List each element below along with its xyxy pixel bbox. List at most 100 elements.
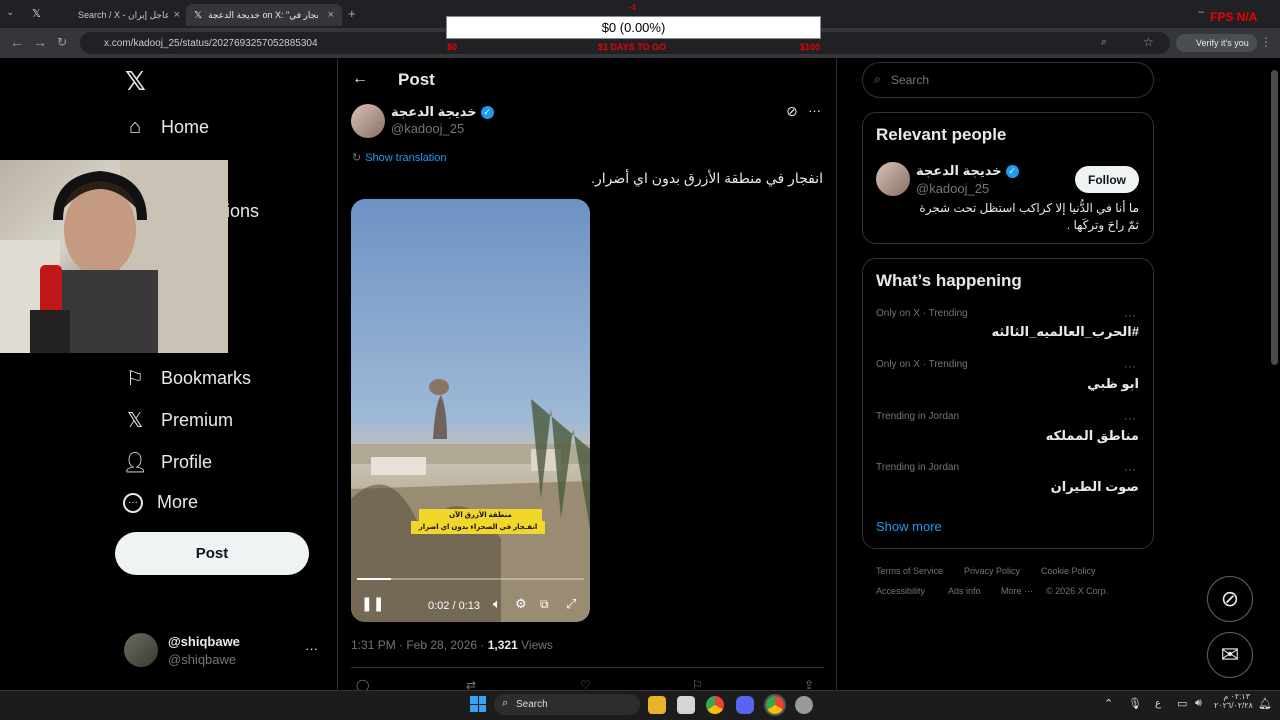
person-name-row[interactable]: خديجة الدعجة ✓ [916, 163, 1019, 179]
show-translation-link[interactable]: ↻ Show translation [352, 151, 447, 165]
goal-days-label: $1 DAYS TO GO [598, 42, 667, 52]
profile-button[interactable]: Verify it's you [1176, 34, 1257, 52]
footer-copyright: © 2026 X Corp. [1046, 586, 1109, 596]
taskbar-search[interactable]: ⌕ Search [494, 694, 640, 715]
show-more-link[interactable]: Show more [876, 519, 942, 534]
verified-badge-icon: ✓ [480, 105, 494, 119]
author-name: خديجة الدعجة [391, 104, 477, 119]
goal-end-label: $100 [800, 42, 821, 52]
zoom-icon[interactable]: ⌕ [1101, 36, 1107, 49]
pause-icon[interactable]: ❚❚ [361, 595, 384, 612]
obs-icon[interactable] [795, 696, 813, 714]
trend-title[interactable]: ابو ظبي [1087, 376, 1139, 392]
url-text: x.com/kadooj_25/status/20276932570528853… [104, 37, 318, 49]
trend-more-icon[interactable]: ··· [1124, 462, 1136, 476]
trend-title[interactable]: مناطق المملكه [1046, 428, 1139, 444]
reload-icon[interactable]: ↻ [57, 35, 67, 49]
nav-profile[interactable]: 👤︎ Profile [122, 450, 212, 474]
nav-premium[interactable]: 𝕏 Premium [123, 408, 233, 432]
follow-label: Follow [1088, 172, 1126, 187]
new-tab-icon[interactable]: + [348, 6, 356, 21]
nav-label: Home [161, 116, 210, 137]
pip-icon[interactable]: ⧉ [540, 597, 549, 612]
minimize-icon[interactable]: – [1198, 6, 1204, 18]
person-bio-line1: ما أنا في الدُّنيا إلا كراكب استظل تحت ش… [919, 201, 1139, 215]
search-input[interactable]: ⌕ Search [862, 62, 1154, 98]
video-player[interactable]: منطقة الأزرق الآن انفـجار في الصحراء بدو… [351, 199, 590, 622]
nav-more[interactable]: ··· More [123, 492, 198, 513]
discord-icon[interactable] [736, 696, 754, 714]
close-tab-icon[interactable]: × [328, 9, 334, 21]
trend-more-icon[interactable]: ··· [1124, 308, 1136, 322]
account-menu-icon[interactable]: ··· [305, 641, 318, 656]
person-avatar[interactable] [876, 162, 910, 196]
footer-accessibility[interactable]: Accessibility [876, 586, 925, 596]
trend-more-icon[interactable]: ··· [1124, 411, 1136, 425]
store-icon[interactable] [677, 696, 695, 714]
trend-title[interactable]: #الحرب_العالميه_الثالثه [992, 324, 1140, 340]
fps-counter: FPS N/A [1210, 10, 1258, 24]
post-text: انفجار في منطقة الأزرق بدون اي أضرار. [591, 170, 823, 186]
author-name-row[interactable]: خديجة الدعجة ✓ [391, 104, 494, 120]
page-scrollbar[interactable] [1271, 70, 1278, 365]
more-circle-icon: ··· [123, 492, 143, 513]
video-time: 0:02 / 0:13 [428, 600, 480, 612]
network-icon[interactable]: ▭ [1177, 697, 1187, 710]
author-avatar[interactable] [351, 104, 385, 138]
file-explorer-icon[interactable] [648, 696, 666, 714]
video-progress-track[interactable] [357, 578, 584, 580]
grok-fab-icon[interactable]: ⊘ [1207, 576, 1253, 622]
footer-ads-info[interactable]: Ads info [948, 586, 981, 596]
donation-goal-bar: $0 (0.00%) [446, 16, 821, 39]
trend-more-icon[interactable]: ··· [1124, 359, 1136, 373]
back-icon[interactable]: ← [10, 34, 24, 50]
x-logo-icon[interactable]: 𝕏 [125, 66, 146, 97]
footer-terms[interactable]: Terms of Service [876, 566, 943, 576]
nav-bookmarks[interactable]: ⚐ Bookmarks [123, 366, 251, 390]
input-language[interactable]: ع [1155, 698, 1161, 709]
forward-icon[interactable]: → [33, 34, 47, 50]
trend-context: Trending in Jordan [876, 411, 960, 422]
follow-button[interactable]: Follow [1075, 166, 1139, 193]
footer-cookie[interactable]: Cookie Policy [1041, 566, 1096, 576]
trend-title[interactable]: صوت الطيران [1051, 479, 1139, 495]
pinned-tab-x-icon[interactable]: 𝕏 [32, 7, 41, 20]
nav-label: More [157, 492, 199, 512]
grok-icon[interactable]: ⊘ [786, 103, 798, 120]
video-frame [351, 379, 590, 622]
footer-privacy[interactable]: Privacy Policy [964, 566, 1020, 576]
trend-context: Only on X · Trending [876, 359, 968, 370]
post-button[interactable]: Post [115, 532, 309, 575]
tab-post[interactable]: 𝕏 خديجة الدعجة on X: "انفجار في × [186, 4, 342, 26]
bookmark-icon: ⚐ [126, 367, 144, 390]
post-button-label: Post [195, 545, 229, 562]
messages-fab-icon[interactable]: ✉ [1207, 632, 1253, 678]
menu-kebab-icon[interactable]: ⋮ [1260, 35, 1272, 49]
account-name: @shiqbawe [168, 634, 240, 649]
post-timestamp: 1:31 PM · Feb 28, 2026 · [351, 638, 485, 652]
speaker-icon[interactable]: 🔊︎ [1195, 697, 1202, 710]
chrome-active-icon[interactable] [764, 694, 786, 716]
star-icon[interactable]: ☆ [1143, 35, 1154, 49]
tray-arrow-icon[interactable]: ⌃ [1104, 697, 1113, 710]
notification-bell-icon[interactable]: 🔔︎ [1258, 697, 1272, 710]
tab-search[interactable]: Search / X - عاجل إيران × [70, 4, 188, 26]
start-windows-icon[interactable] [470, 696, 486, 712]
back-arrow-icon[interactable]: ← [352, 70, 368, 88]
x-logo-icon: 𝕏 [194, 9, 203, 21]
close-tab-icon[interactable]: × [174, 9, 180, 21]
post-more-icon[interactable]: ··· [808, 103, 821, 118]
person-name: خديجة الدعجة [916, 163, 1002, 178]
fullscreen-icon[interactable]: ⤢ [566, 596, 576, 612]
microphone-icon[interactable]: 🎙︎ [1128, 697, 1142, 710]
profile-label: Verify it's you [1196, 38, 1249, 48]
nav-home[interactable]: ⌂ Home [123, 115, 209, 139]
avatar[interactable] [124, 633, 158, 667]
tab-list-icon[interactable]: ⌄ [6, 7, 14, 18]
clock[interactable]: ٠٢:١٣ م ٢٠٢٦/٠٢/٢٨ [1214, 692, 1253, 710]
footer-more[interactable]: More ··· [1001, 586, 1033, 596]
volume-icon[interactable]: 🔈︎ [493, 596, 501, 612]
settings-gear-icon[interactable]: ⚙ [515, 596, 527, 612]
chrome-icon[interactable] [706, 696, 724, 714]
page-title: Post [398, 70, 435, 89]
